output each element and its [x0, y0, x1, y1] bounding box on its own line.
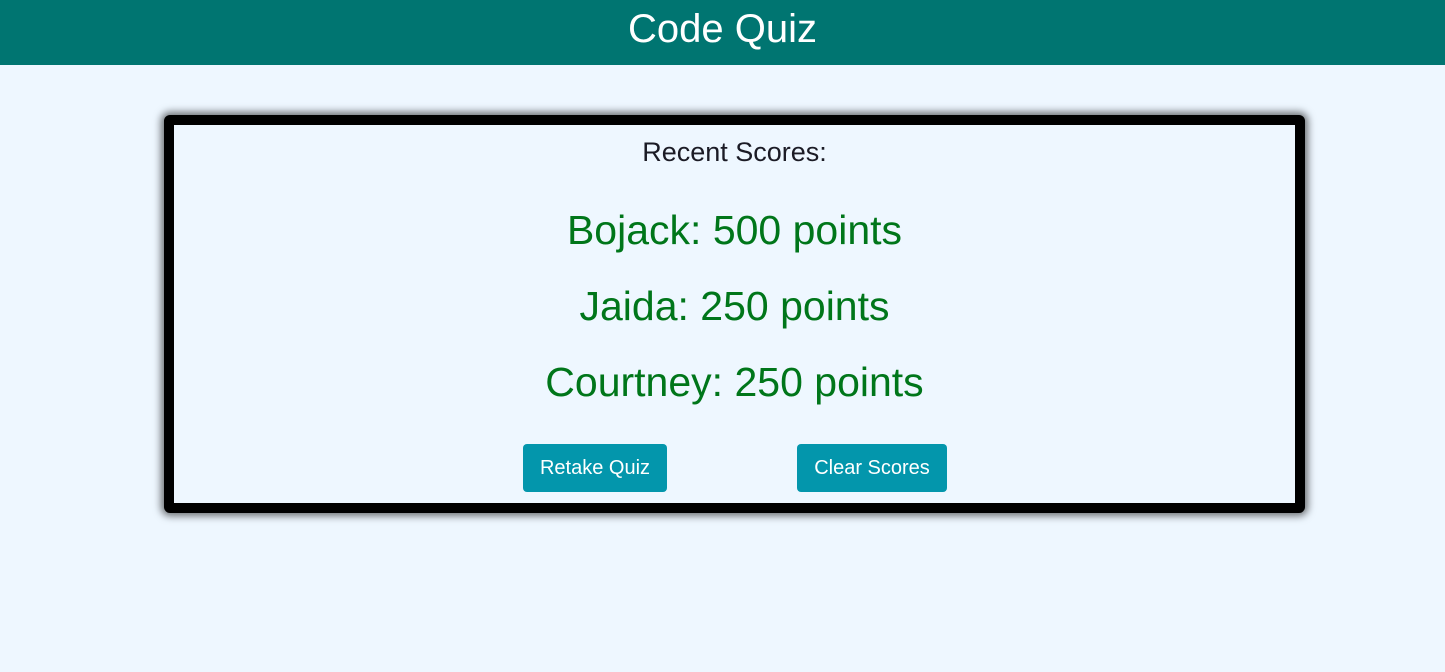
score-entry: Bojack: 500 points: [566, 207, 903, 253]
score-list: Bojack: 500 points Jaida: 250 points Cou…: [174, 205, 1295, 433]
app-header: Code Quiz: [0, 0, 1445, 65]
score-entry: Courtney: 250 points: [545, 359, 924, 405]
score-player-name: Courtney: [545, 359, 712, 405]
score-points: 250 points: [700, 283, 890, 329]
score-player-name: Jaida: [579, 283, 678, 329]
retake-quiz-button[interactable]: Retake Quiz: [523, 444, 667, 492]
score-points: 500 points: [712, 207, 903, 253]
score-points: 250 points: [734, 359, 924, 405]
recent-scores-card: Recent Scores: Bojack: 500 points Jaida:…: [164, 115, 1305, 513]
score-player-name: Bojack: [566, 207, 691, 253]
clear-scores-button[interactable]: Clear Scores: [797, 444, 947, 492]
recent-scores-heading: Recent Scores:: [642, 137, 827, 167]
score-entry: Jaida: 250 points: [579, 283, 890, 329]
page-title: Code Quiz: [628, 7, 817, 51]
